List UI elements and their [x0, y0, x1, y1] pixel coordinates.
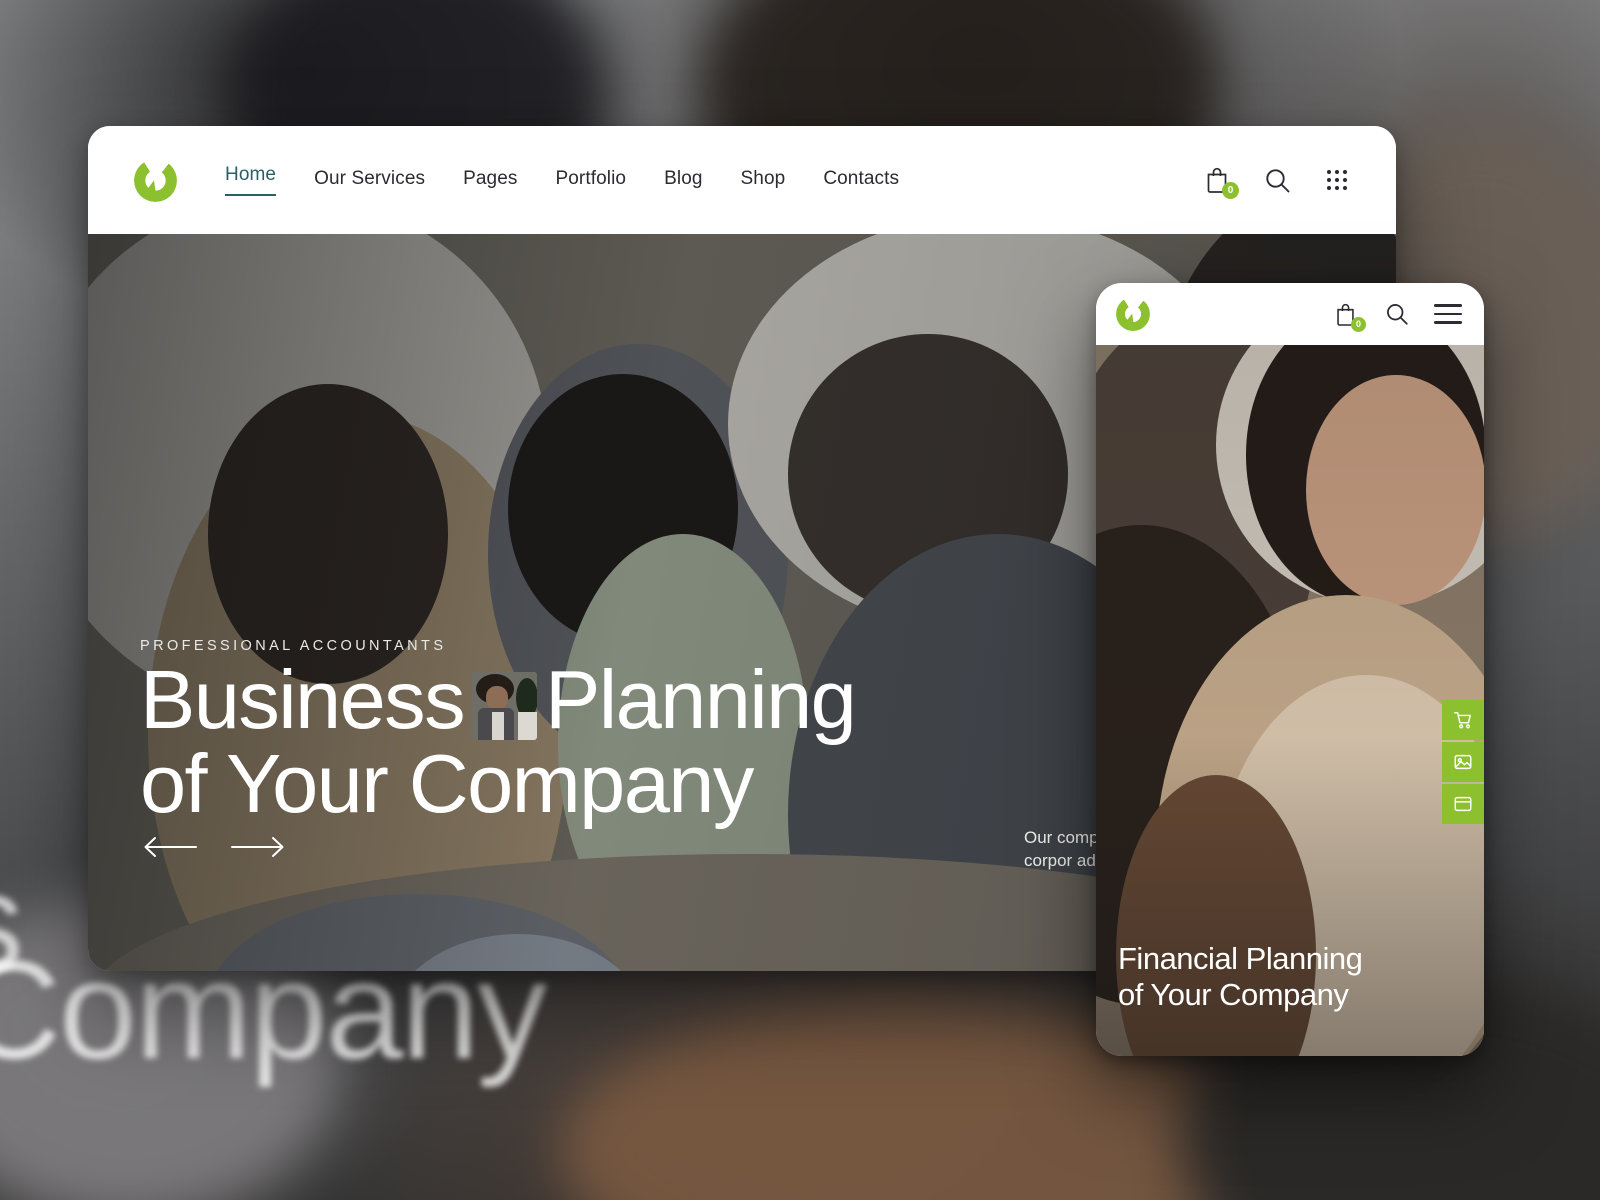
site-header: Home Our Services Pages Portfolio Blog S… — [88, 126, 1396, 234]
mobile-cart-count-badge: 0 — [1351, 317, 1366, 332]
mobile-hero-headline-line1: Financial Planning — [1118, 940, 1363, 976]
mobile-search-icon[interactable] — [1382, 299, 1412, 329]
hero-inline-thumbnail-image — [471, 672, 537, 740]
mobile-device-mockup: 0 Financial Planning of Your Company — [1096, 283, 1484, 1056]
mobile-hero-headline: Financial Planning of Your Company — [1118, 940, 1363, 1014]
mobile-hero: Financial Planning of Your Company — [1096, 345, 1484, 1056]
hero-eyebrow: PROFESSIONAL ACCOUNTANTS — [140, 638, 447, 654]
mobile-side-action-buttons — [1442, 700, 1484, 824]
hero-headline-part1: Business — [140, 653, 466, 746]
mobile-hero-headline-line2: of Your Company — [1118, 977, 1349, 1013]
mobile-header-tools: 0 — [1330, 299, 1462, 332]
arrow-left-icon[interactable] — [142, 836, 198, 858]
image-gallery-icon[interactable] — [1442, 742, 1484, 782]
mobile-letter-c-logo-icon[interactable] — [1116, 297, 1150, 331]
search-icon[interactable] — [1262, 165, 1292, 195]
hero-headline-part2: Planning — [544, 653, 857, 746]
shopping-cart-icon[interactable] — [1442, 700, 1484, 740]
nav-item-portfolio[interactable]: Portfolio — [555, 168, 626, 193]
cart-count-badge: 0 — [1222, 182, 1239, 199]
hero-headline: Business Planning of Your Company — [140, 658, 857, 830]
nav-item-contacts[interactable]: Contacts — [823, 168, 899, 193]
grid-dots-icon[interactable] — [1322, 165, 1352, 195]
hero-slider-arrows — [142, 836, 286, 858]
letter-c-logo-icon[interactable] — [134, 158, 177, 202]
mobile-shopping-bag-icon[interactable]: 0 — [1330, 299, 1366, 332]
nav-item-pages[interactable]: Pages — [463, 168, 517, 193]
main-navigation: Home Our Services Pages Portfolio Blog S… — [225, 164, 899, 196]
nav-item-shop[interactable]: Shop — [741, 168, 786, 193]
shopping-bag-icon[interactable]: 0 — [1202, 165, 1239, 199]
nav-item-home[interactable]: Home — [225, 164, 277, 196]
arrow-right-icon[interactable] — [230, 836, 286, 858]
window-layout-icon[interactable] — [1442, 784, 1484, 824]
nav-item-our-services[interactable]: Our Services — [314, 168, 425, 193]
mobile-site-header: 0 — [1096, 283, 1484, 345]
header-tools: 0 — [1202, 165, 1352, 199]
nav-item-blog[interactable]: Blog — [664, 168, 702, 193]
hero-headline-line2: of Your Company — [140, 736, 754, 830]
hamburger-menu-icon[interactable] — [1434, 304, 1462, 324]
